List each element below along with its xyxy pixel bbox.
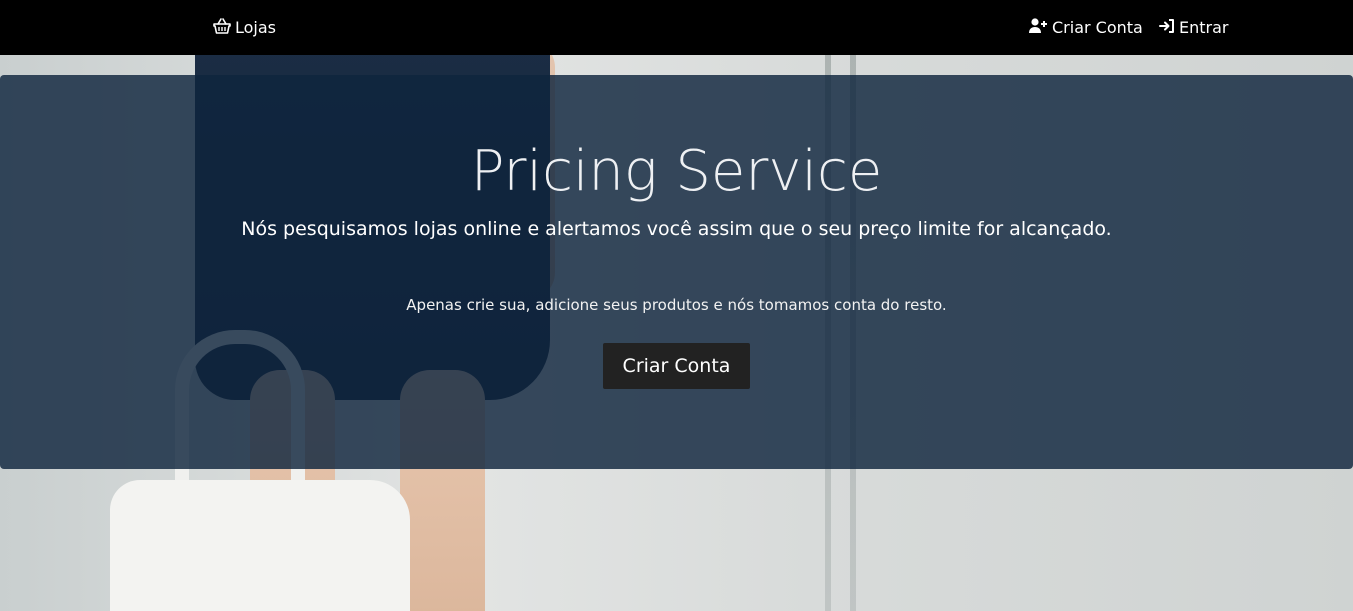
nav-stores-link[interactable]: Lojas [213, 0, 276, 55]
tote-bag [110, 480, 410, 611]
create-account-button[interactable]: Criar Conta [603, 343, 750, 389]
nav-signup-link[interactable]: Criar Conta [1029, 0, 1143, 55]
user-plus-icon [1029, 18, 1052, 37]
shopping-basket-icon [213, 17, 235, 38]
nav-signup-label: Criar Conta [1052, 18, 1143, 37]
nav-login-label: Entrar [1179, 18, 1229, 37]
nav-stores-label: Lojas [235, 18, 277, 37]
sign-in-icon [1159, 18, 1179, 37]
hero-jumbotron: Pricing Service Nós pesquisamos lojas on… [0, 75, 1353, 469]
hero-lead: Nós pesquisamos lojas online e alertamos… [241, 218, 1112, 240]
nav-login-link[interactable]: Entrar [1159, 0, 1228, 55]
hero-subtext: Apenas crie sua, adicione seus produtos … [406, 296, 947, 314]
hero-title: Pricing Service [470, 139, 883, 204]
top-navbar: Lojas Criar Conta Entrar [0, 0, 1353, 55]
